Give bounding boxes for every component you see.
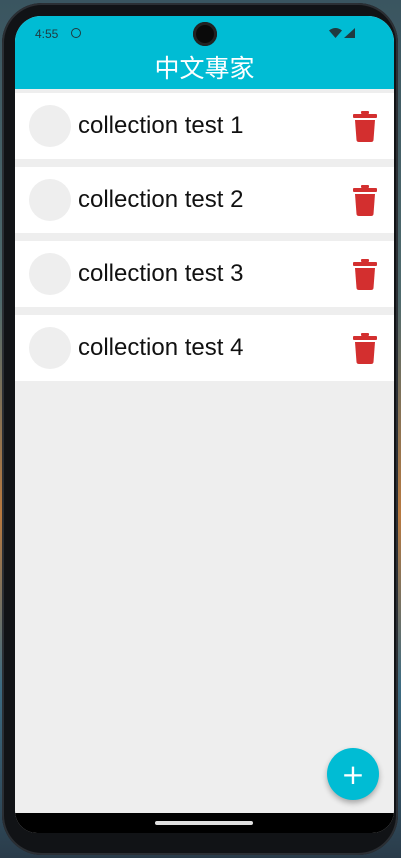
status-time: 4:55 <box>35 27 59 41</box>
collection-label: collection test 1 <box>78 112 244 139</box>
screen: 4:55 中文專家 collection test 1 collection t… <box>15 16 394 833</box>
collection-label: collection test 4 <box>78 334 244 361</box>
avatar <box>29 253 71 295</box>
cellular-signal-icon <box>344 28 355 38</box>
list-item[interactable]: collection test 3 <box>15 241 394 307</box>
plus-icon: + <box>341 757 365 791</box>
collection-label: collection test 3 <box>78 260 244 287</box>
add-collection-button[interactable]: + <box>327 748 379 800</box>
delete-button[interactable] <box>352 183 378 217</box>
notification-icon <box>71 28 81 38</box>
delete-button[interactable] <box>352 257 378 291</box>
list-item[interactable]: collection test 2 <box>15 167 394 233</box>
status-icons <box>329 28 355 38</box>
delete-button[interactable] <box>352 109 378 143</box>
collection-list: collection test 1 collection test 2 coll… <box>15 93 394 389</box>
wifi-icon <box>329 28 342 38</box>
list-item[interactable]: collection test 4 <box>15 315 394 381</box>
app-bar: 4:55 中文專家 <box>15 16 394 89</box>
phone-frame: 4:55 中文專家 collection test 1 collection t… <box>2 3 398 855</box>
trash-icon <box>353 184 377 216</box>
list-item[interactable]: collection test 1 <box>15 93 394 159</box>
avatar <box>29 179 71 221</box>
trash-icon <box>353 110 377 142</box>
trash-icon <box>353 258 377 290</box>
system-navigation-bar <box>15 813 394 833</box>
page-title: 中文專家 <box>154 54 255 83</box>
collection-label: collection test 2 <box>78 186 244 213</box>
home-gesture-handle[interactable] <box>155 821 253 825</box>
front-camera <box>193 22 217 46</box>
trash-icon <box>353 332 377 364</box>
avatar <box>29 105 71 147</box>
avatar <box>29 327 71 369</box>
delete-button[interactable] <box>352 331 378 365</box>
